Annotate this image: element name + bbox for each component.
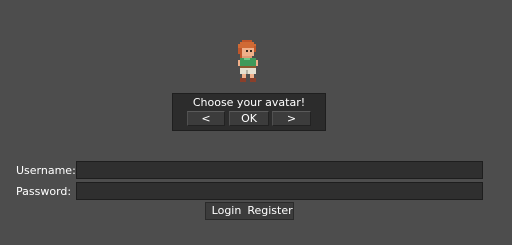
- login-button-bar: Login Register: [205, 202, 294, 220]
- password-field[interactable]: [76, 182, 483, 200]
- username-field[interactable]: [76, 161, 483, 179]
- register-button[interactable]: Register: [247, 203, 293, 219]
- username-label: Username:: [16, 164, 76, 177]
- avatar-selector-title: Choose your avatar!: [192, 96, 306, 109]
- avatar-selector-panel: Choose your avatar! < OK >: [172, 93, 326, 131]
- avatar-icon: [238, 40, 258, 82]
- next-avatar-button[interactable]: >: [272, 111, 311, 126]
- ok-button[interactable]: OK: [229, 111, 269, 126]
- password-label: Password:: [16, 185, 72, 198]
- login-button[interactable]: Login: [208, 203, 245, 219]
- previous-avatar-button[interactable]: <: [187, 111, 225, 126]
